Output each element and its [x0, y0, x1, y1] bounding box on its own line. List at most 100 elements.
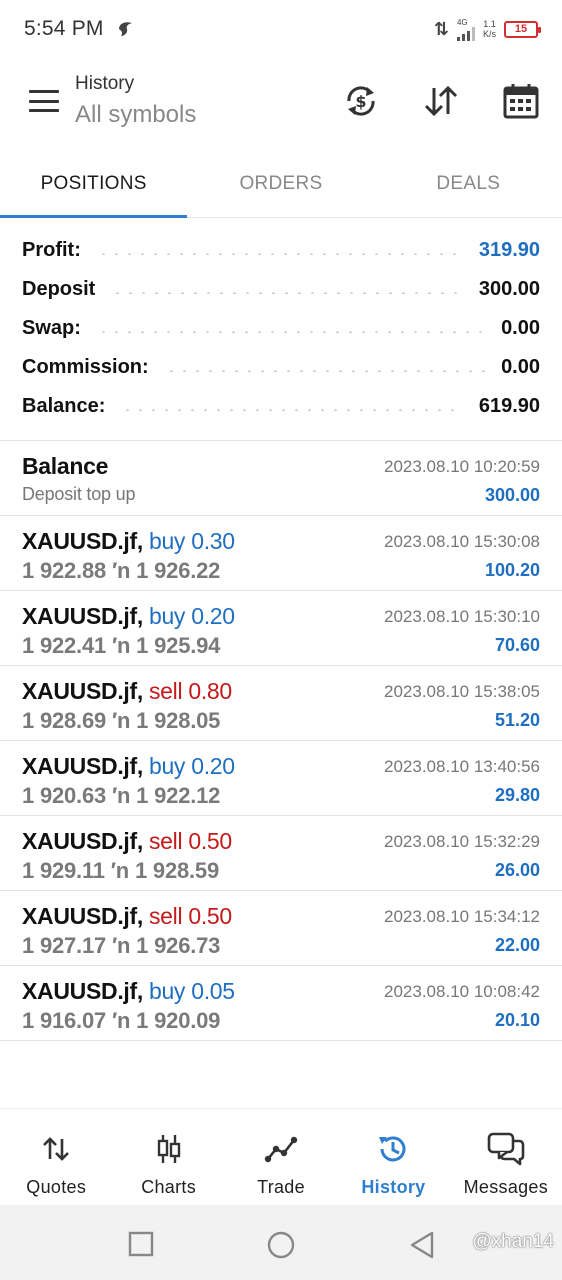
data-transfer-icon: ⇅ [433, 18, 449, 39]
commission-label: Commission: [22, 356, 149, 378]
menu-icon[interactable] [29, 90, 59, 112]
dotted-leader [96, 330, 486, 333]
speed-value: 1.1 [483, 19, 496, 29]
deal-prices: 1 916.07 ′n 1 920.09 [22, 1008, 221, 1033]
network-type: 4G [456, 17, 468, 27]
home-icon[interactable] [266, 1230, 296, 1265]
deal-row[interactable]: XAUUSD.jf, sell 0.50 1 929.11 ′n 1 928.59… [0, 816, 562, 891]
trade-line-icon [264, 1131, 298, 1167]
nav-trade[interactable]: Trade [225, 1109, 337, 1204]
deal-prices: 1 922.88 ′n 1 926.22 [22, 558, 221, 583]
currency-exchange-icon[interactable]: $ [342, 82, 380, 120]
tab-deals[interactable]: DEALS [375, 150, 562, 217]
deal-comment: Deposit top up [22, 484, 136, 504]
nav-label: Trade [257, 1177, 305, 1197]
dotted-leader [111, 291, 463, 294]
deal-time: 2023.08.10 15:34:12 [384, 907, 540, 926]
summary-panel: Profit: 319.90 Deposit 300.00 Swap: 0.00… [0, 231, 562, 426]
tab-positions[interactable]: POSITIONS [0, 150, 188, 218]
deal-symbol: XAUUSD.jf, [22, 528, 143, 554]
deal-time: 2023.08.10 15:30:08 [384, 532, 540, 551]
deal-profit: 29.80 [494, 785, 540, 805]
swap-value: 0.00 [501, 317, 540, 339]
deal-profit: 22.00 [494, 935, 540, 955]
profit-value: 319.90 [478, 239, 540, 261]
sort-icon[interactable] [422, 82, 460, 120]
deal-prices: 1 929.11 ′n 1 928.59 [22, 858, 219, 883]
deal-prices: 1 928.69 ′n 1 928.05 [22, 708, 221, 733]
nav-history[interactable]: History [337, 1109, 449, 1204]
deal-side: buy 0.30 [148, 528, 235, 554]
deal-row-balance[interactable]: Balance Deposit top up 2023.08.10 10:20:… [0, 441, 562, 516]
tab-orders[interactable]: ORDERS [187, 150, 374, 217]
nav-quotes[interactable]: Quotes [0, 1109, 112, 1204]
deal-prices: 1 922.41 ′n 1 925.94 [22, 633, 221, 658]
summary-row-balance: Balance: 619.90 [0, 387, 562, 426]
deal-time: 2023.08.10 15:30:10 [384, 607, 540, 626]
deal-row[interactable]: XAUUSD.jf, buy 0.30 1 922.88 ′n 1 926.22 … [0, 516, 562, 591]
deal-row[interactable]: XAUUSD.jf, buy 0.05 1 916.07 ′n 1 920.09 … [0, 966, 562, 1041]
summary-row-profit: Profit: 319.90 [0, 231, 562, 270]
tab-bar: POSITIONS ORDERS DEALS [0, 150, 562, 218]
battery-level: 15 [514, 23, 528, 35]
status-time: 5:54 PM [24, 17, 104, 40]
deal-symbol: Balance [22, 453, 109, 479]
dotted-leader [96, 252, 463, 255]
deal-prices: 1 927.17 ′n 1 926.73 [22, 933, 221, 958]
deal-symbol: XAUUSD.jf, [22, 603, 143, 629]
summary-row-commission: Commission: 0.00 [0, 348, 562, 387]
calendar-icon[interactable] [502, 82, 540, 120]
summary-row-swap: Swap: 0.00 [0, 309, 562, 348]
back-icon[interactable] [408, 1230, 436, 1265]
page-title: History [75, 73, 135, 94]
network-speed: 1.1 K/s [483, 19, 496, 39]
profit-label: Profit: [22, 239, 81, 261]
symbol-filter[interactable]: All symbols [75, 100, 196, 130]
nav-label: Messages [463, 1177, 549, 1197]
balance-label: Balance: [22, 395, 106, 417]
deal-row[interactable]: XAUUSD.jf, sell 0.80 1 928.69 ′n 1 928.05… [0, 666, 562, 741]
candlestick-icon [155, 1131, 183, 1167]
deal-profit: 70.60 [494, 635, 540, 655]
deal-time: 2023.08.10 15:38:05 [384, 682, 540, 701]
title-block[interactable]: History All symbols [75, 72, 196, 130]
deal-row[interactable]: XAUUSD.jf, sell 0.50 1 927.17 ′n 1 926.73… [0, 891, 562, 966]
recent-apps-icon[interactable] [128, 1231, 154, 1262]
deal-side: buy 0.05 [148, 978, 235, 1004]
status-bar: 5:54 PM ⇅ 4G 1.1 K/s 15 [0, 0, 562, 58]
dotted-leader [164, 369, 486, 372]
speed-unit: K/s [482, 29, 496, 39]
deals-list: Balance Deposit top up 2023.08.10 10:20:… [0, 440, 562, 1041]
deal-side: sell 0.50 [148, 903, 232, 929]
deal-profit: 20.10 [494, 1010, 540, 1030]
deal-row[interactable]: XAUUSD.jf, buy 0.20 1 920.63 ′n 1 922.12 … [0, 741, 562, 816]
deal-profit: 300.00 [484, 485, 540, 505]
swap-label: Swap: [22, 317, 81, 339]
deal-time: 2023.08.10 15:32:29 [384, 832, 540, 851]
nav-messages[interactable]: Messages [450, 1109, 562, 1204]
app-notification-icon [118, 22, 132, 36]
deal-time: 2023.08.10 13:40:56 [384, 757, 540, 776]
deal-prices: 1 920.63 ′n 1 922.12 [22, 783, 221, 808]
deal-side: sell 0.80 [148, 678, 232, 704]
deal-time: 2023.08.10 10:20:59 [384, 457, 540, 476]
deal-side: buy 0.20 [148, 603, 235, 629]
dotted-leader [121, 408, 463, 411]
chat-bubbles-icon [487, 1131, 525, 1167]
deal-symbol: XAUUSD.jf, [22, 978, 143, 1004]
battery-icon: 15 [504, 20, 541, 38]
balance-value: 619.90 [478, 395, 540, 417]
watermark: @xhan14 [472, 1231, 554, 1252]
deal-side: buy 0.20 [148, 753, 235, 779]
deal-profit: 51.20 [494, 710, 540, 730]
deal-symbol: XAUUSD.jf, [22, 678, 143, 704]
app-bar: History All symbols $ [0, 58, 562, 144]
bottom-navigation: Quotes Charts Trade History Messages [0, 1108, 562, 1204]
nav-charts[interactable]: Charts [112, 1109, 224, 1204]
deal-row[interactable]: XAUUSD.jf, buy 0.20 1 922.41 ′n 1 925.94 … [0, 591, 562, 666]
deal-symbol: XAUUSD.jf, [22, 828, 143, 854]
status-indicators: ⇅ 4G 1.1 K/s 15 [433, 17, 541, 41]
nav-label: Charts [141, 1177, 197, 1197]
history-clock-icon [376, 1131, 410, 1167]
deal-side: sell 0.50 [148, 828, 232, 854]
